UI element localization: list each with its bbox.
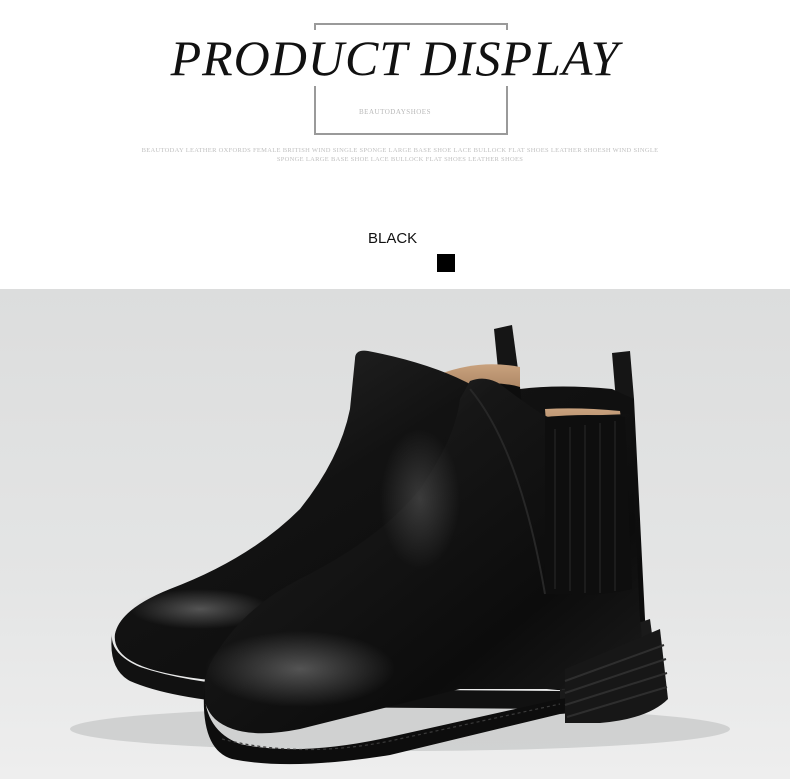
brand-caption: BEAUTODAYSHOES [359,108,431,116]
color-label: BLACK [368,230,418,247]
title-block: PRODUCT DISPLAY [0,30,790,86]
chelsea-boots-illustration [70,325,730,765]
description-line-2: SPONGE LARGE BASE SHOE LACE BULLOCK FLAT… [276,156,524,163]
product-description: BEAUTODAY LEATHER OXFORDS FEMALE BRITISH… [110,146,690,164]
color-swatch-black[interactable] [437,254,455,272]
page-title: PRODUCT DISPLAY [164,30,626,86]
product-photo [0,289,790,779]
description-line-1: BEAUTODAY LEATHER OXFORDS FEMALE BRITISH… [141,147,659,154]
